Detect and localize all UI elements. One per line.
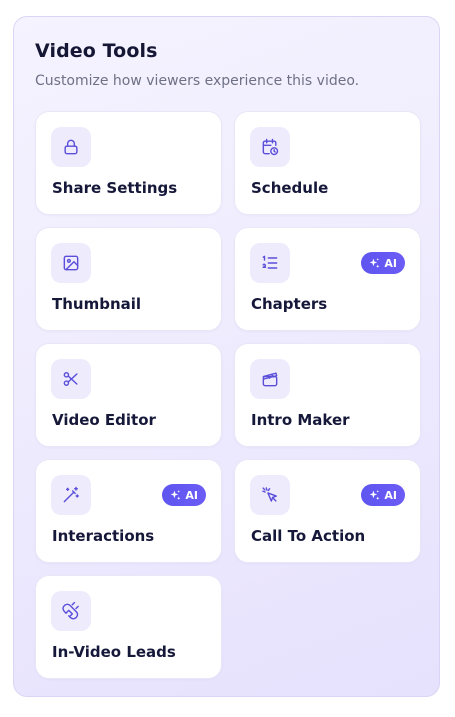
scissors-icon: [51, 359, 91, 399]
tool-card-schedule[interactable]: Schedule: [234, 111, 421, 215]
tool-label: Share Settings: [52, 179, 178, 197]
panel-title: Video Tools: [35, 40, 158, 62]
tool-label: Interactions: [52, 527, 155, 545]
panel-subtitle: Customize how viewers experience this vi…: [35, 73, 360, 89]
tool-card-share-settings[interactable]: Share Settings: [35, 111, 222, 215]
ai-badge-label: AI: [185, 488, 198, 502]
sparkles-icon: [370, 257, 380, 268]
cursor-click-icon: [250, 475, 290, 515]
magic-wand-icon: [51, 475, 91, 515]
image-icon: [51, 243, 91, 283]
tool-label: Video Editor: [52, 411, 156, 429]
ai-badge: AI: [162, 484, 206, 506]
numbered-list-icon: [250, 243, 290, 283]
tool-label: Chapters: [251, 295, 328, 313]
tool-card-intro-maker[interactable]: Intro Maker: [234, 343, 421, 447]
tool-label: Schedule: [251, 179, 329, 197]
ai-badge: AI: [361, 484, 405, 506]
magnet-icon: [51, 591, 91, 631]
tool-card-in-video-leads[interactable]: In-Video Leads: [35, 575, 222, 679]
video-tools-panel: Video Tools Customize how viewers experi…: [13, 16, 440, 697]
tool-label: Intro Maker: [251, 411, 350, 429]
tools-grid: Share Settings Schedule Thumbnail AI Cha…: [35, 111, 421, 679]
tool-label: Thumbnail: [52, 295, 142, 313]
calendar-clock-icon: [250, 127, 290, 167]
tool-card-call-to-action[interactable]: AI Call To Action: [234, 459, 421, 563]
sparkles-icon: [370, 489, 380, 500]
tool-card-thumbnail[interactable]: Thumbnail: [35, 227, 222, 331]
tool-label: In-Video Leads: [52, 643, 176, 661]
tool-card-chapters[interactable]: AI Chapters: [234, 227, 421, 331]
ai-badge-label: AI: [384, 488, 397, 502]
tool-label: Call To Action: [251, 527, 366, 545]
ai-badge-label: AI: [384, 256, 397, 270]
tool-card-video-editor[interactable]: Video Editor: [35, 343, 222, 447]
lock-icon: [51, 127, 91, 167]
clapperboard-icon: [250, 359, 290, 399]
ai-badge: AI: [361, 252, 405, 274]
sparkles-icon: [171, 489, 181, 500]
tool-card-interactions[interactable]: AI Interactions: [35, 459, 222, 563]
